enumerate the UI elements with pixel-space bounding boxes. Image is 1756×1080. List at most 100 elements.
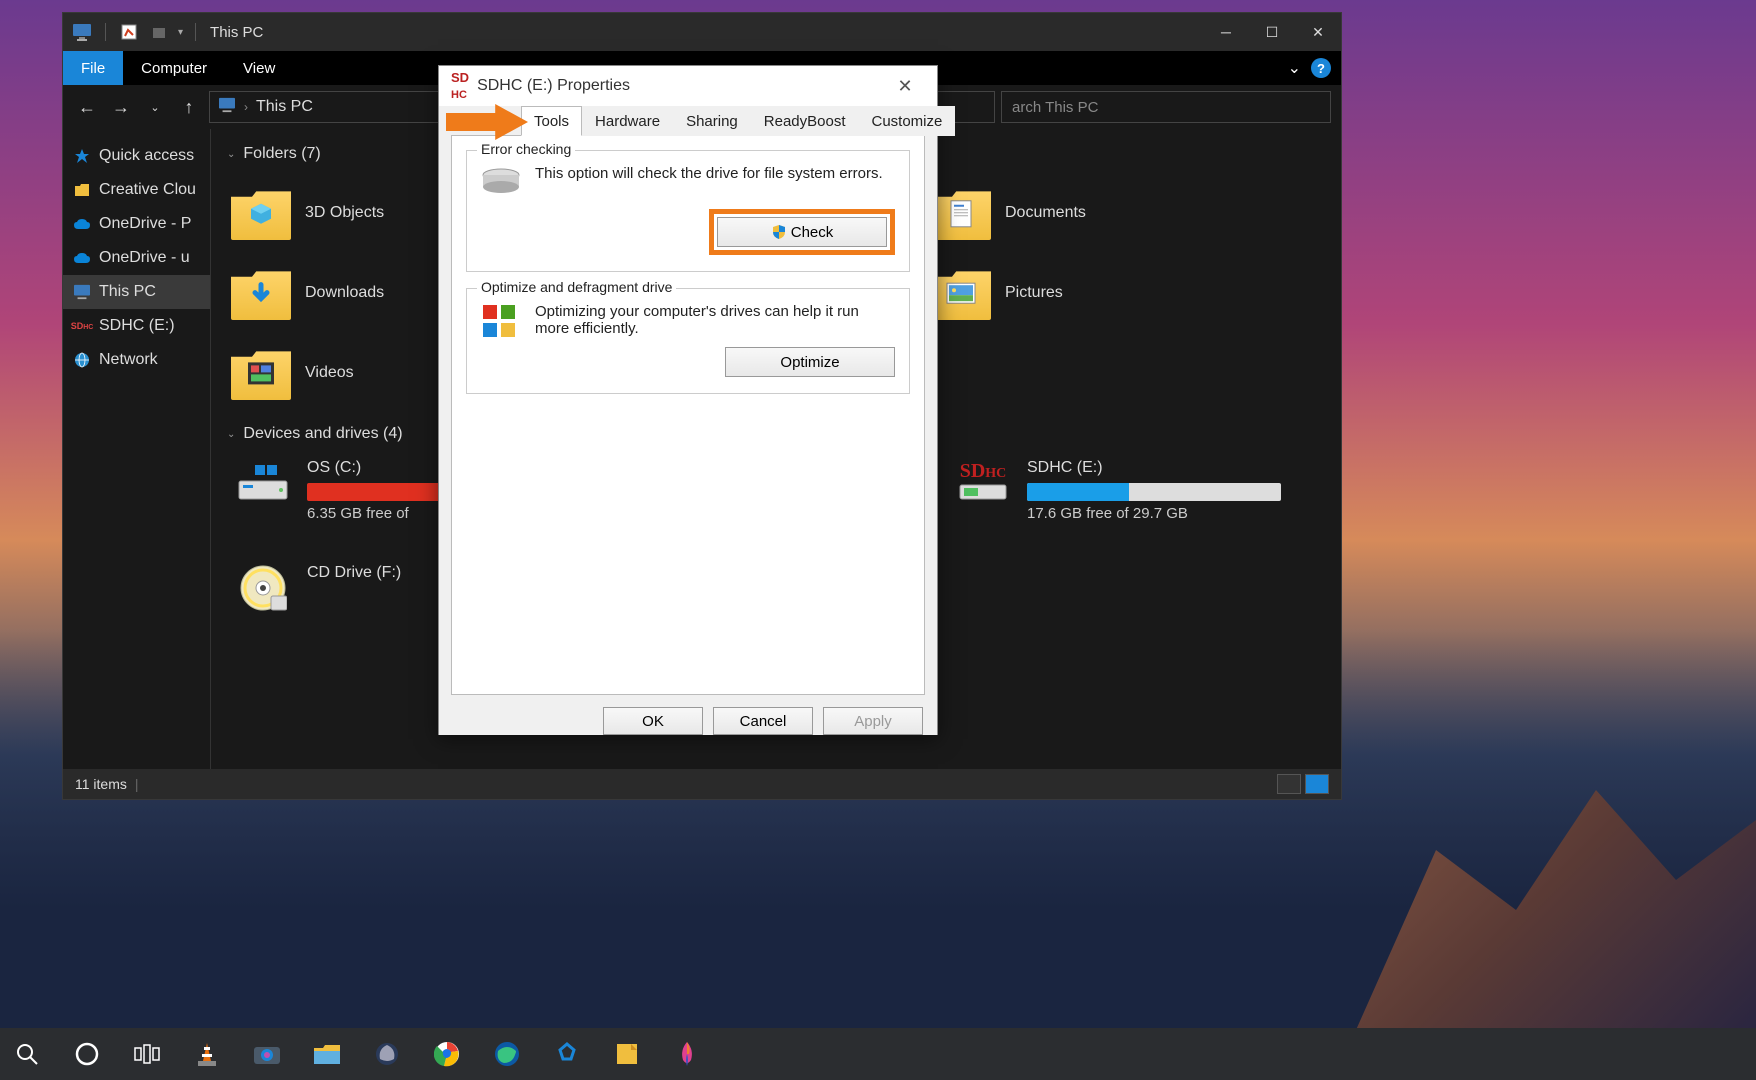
folder-icon xyxy=(231,186,291,240)
dialog-titlebar[interactable]: SDHC SDHC (E:) Properties ✕ xyxy=(439,66,937,106)
pc-icon xyxy=(71,21,93,43)
globe-icon xyxy=(73,351,91,369)
apply-button[interactable]: Apply xyxy=(823,707,923,735)
qat-properties-icon[interactable] xyxy=(118,21,140,43)
tiles-view-button[interactable] xyxy=(1305,774,1329,794)
shield-icon xyxy=(771,224,787,240)
cloud-icon xyxy=(73,215,91,233)
forward-button[interactable]: → xyxy=(107,93,135,121)
help-icon[interactable]: ? xyxy=(1311,58,1331,78)
sidebar-item-sdhc-e-[interactable]: SDHC SDHC (E:) xyxy=(63,309,210,343)
camera-icon[interactable] xyxy=(252,1039,282,1069)
error-checking-group: Error checking This option will check th… xyxy=(466,150,910,272)
sidebar-item-label: OneDrive - P xyxy=(99,215,191,233)
search-input[interactable]: arch This PC xyxy=(1001,91,1331,123)
vlc-icon[interactable] xyxy=(192,1039,222,1069)
sidebar-item-label: OneDrive - u xyxy=(99,249,190,267)
folder-documents[interactable]: Documents xyxy=(927,173,1207,253)
tab-sharing[interactable]: Sharing xyxy=(673,106,751,136)
sdhc-icon: SDHC xyxy=(73,317,91,335)
folder-label: 3D Objects xyxy=(305,204,384,222)
folder-icon xyxy=(73,181,91,199)
ribbon-computer-tab[interactable]: Computer xyxy=(123,51,225,85)
sidebar-item-label: Quick access xyxy=(99,147,194,165)
sidebar-item-network[interactable]: Network xyxy=(63,343,210,377)
drive-icon xyxy=(481,165,521,199)
folder-pictures[interactable]: Pictures xyxy=(927,253,1207,333)
breadcrumb-this-pc[interactable]: This PC xyxy=(256,98,313,116)
back-button[interactable]: ← xyxy=(73,93,101,121)
chrome-icon[interactable] xyxy=(432,1039,462,1069)
close-button[interactable]: ✕ xyxy=(1295,13,1341,51)
defrag-icon xyxy=(481,303,521,337)
edge-icon[interactable] xyxy=(492,1039,522,1069)
qat-customize-icon[interactable]: ▾ xyxy=(178,27,183,38)
status-bar: 11 items | xyxy=(63,769,1341,799)
window-title: This PC xyxy=(210,24,263,41)
ribbon-view-tab[interactable]: View xyxy=(225,51,293,85)
qat-new-folder-icon[interactable] xyxy=(148,21,170,43)
tab-panel-tools: Error checking This option will check th… xyxy=(451,135,925,695)
sidebar-item-onedrive-p[interactable]: OneDrive - P xyxy=(63,207,210,241)
tab-hardware[interactable]: Hardware xyxy=(582,106,673,136)
optimize-description: Optimizing your computer's drives can he… xyxy=(535,303,895,337)
sidebar-item-label: SDHC (E:) xyxy=(99,317,175,335)
drive-sdhc-e-[interactable]: SDHCSDHC (E:)17.6 GB free of 29.7 GB xyxy=(947,453,1287,528)
folder-label: Downloads xyxy=(305,284,384,302)
navigation-pane: Quick access Creative Clou OneDrive - P One… xyxy=(63,129,211,769)
app-icon[interactable] xyxy=(372,1039,402,1069)
sidebar-item-creative-clou[interactable]: Creative Clou xyxy=(63,173,210,207)
recent-locations-button[interactable]: ⌄ xyxy=(141,93,169,121)
cortana-icon[interactable] xyxy=(72,1039,102,1069)
sticky-notes-icon[interactable] xyxy=(612,1039,642,1069)
pc-icon xyxy=(73,283,91,301)
chevron-right-icon[interactable]: › xyxy=(244,100,248,114)
cancel-button[interactable]: Cancel xyxy=(713,707,813,735)
sidebar-item-this-pc[interactable]: This PC xyxy=(63,275,210,309)
sidebar-item-onedrive-u[interactable]: OneDrive - u xyxy=(63,241,210,275)
folder-icon xyxy=(231,266,291,320)
chevron-down-icon: ⌄ xyxy=(227,149,235,160)
sidebar-item-label: This PC xyxy=(99,283,156,301)
details-view-button[interactable] xyxy=(1277,774,1301,794)
ok-button[interactable]: OK xyxy=(603,707,703,735)
annotation-arrow xyxy=(446,104,528,140)
tab-tools[interactable]: Tools xyxy=(521,106,582,136)
taskbar[interactable] xyxy=(0,1028,1756,1080)
titlebar[interactable]: ▾ This PC ─ ☐ ✕ xyxy=(63,13,1341,51)
sidebar-item-label: Creative Clou xyxy=(99,181,196,199)
tab-readyboost[interactable]: ReadyBoost xyxy=(751,106,859,136)
group-legend: Optimize and defragment drive xyxy=(477,279,676,295)
folder-label: Documents xyxy=(1005,204,1086,222)
optimize-button[interactable]: Optimize xyxy=(725,347,895,377)
sdhc-icon: SDHC xyxy=(953,459,1013,507)
cd-icon xyxy=(233,564,293,612)
ribbon-file-tab[interactable]: File xyxy=(63,51,123,85)
task-view-icon[interactable] xyxy=(132,1039,162,1069)
search-icon[interactable] xyxy=(12,1039,42,1069)
folder-icon xyxy=(931,266,991,320)
minimize-button[interactable]: ─ xyxy=(1203,13,1249,51)
optimize-group: Optimize and defragment drive Optimizing… xyxy=(466,288,910,394)
paint-icon[interactable] xyxy=(672,1039,702,1069)
folder-label: Videos xyxy=(305,364,354,382)
file-explorer-icon[interactable] xyxy=(312,1039,342,1069)
check-button[interactable]: Check xyxy=(717,217,887,247)
sidebar-item-label: Network xyxy=(99,351,158,369)
up-button[interactable]: ↑ xyxy=(175,93,203,121)
chevron-down-icon: ⌄ xyxy=(227,429,235,440)
sidebar-item-quick-access[interactable]: Quick access xyxy=(63,139,210,173)
ribbon-expand-icon[interactable]: ⌄ xyxy=(1288,58,1301,78)
group-legend: Error checking xyxy=(477,141,575,157)
cloud-icon xyxy=(73,249,91,267)
annotation-highlight: Check xyxy=(709,209,895,255)
properties-dialog: SDHC SDHC (E:) Properties ✕ General Tool… xyxy=(438,65,938,735)
folder-icon xyxy=(931,186,991,240)
drive-icon xyxy=(233,459,293,507)
pc-icon xyxy=(218,97,236,118)
app-icon-2[interactable] xyxy=(552,1039,582,1069)
maximize-button[interactable]: ☐ xyxy=(1249,13,1295,51)
dialog-close-button[interactable]: ✕ xyxy=(885,66,925,106)
tab-customize[interactable]: Customize xyxy=(858,106,955,136)
error-check-description: This option will check the drive for fil… xyxy=(535,165,895,182)
